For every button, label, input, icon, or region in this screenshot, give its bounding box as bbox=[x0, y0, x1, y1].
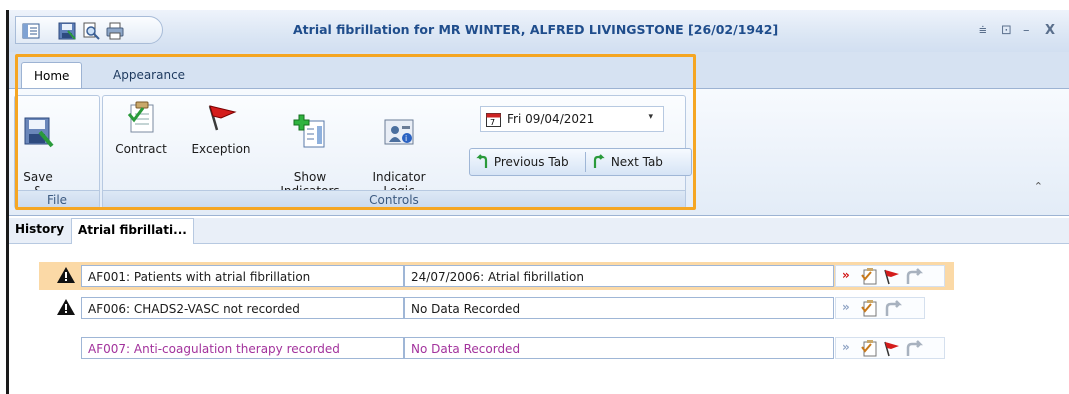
undo-icon[interactable] bbox=[905, 340, 923, 357]
nav-divider bbox=[585, 152, 586, 172]
menu-icon[interactable] bbox=[22, 22, 40, 40]
indicator-row[interactable]: AF001: Patients with atrial fibrillation… bbox=[9, 264, 1069, 288]
ribbon-options-icon[interactable]: ⩧ bbox=[979, 23, 987, 38]
tab-appearance[interactable]: Appearance bbox=[101, 62, 197, 88]
calendar-icon: 7 bbox=[486, 113, 501, 127]
ribbon: Save & Close File Contract bbox=[9, 88, 1069, 216]
tab-navigation: Previous Tab Next Tab bbox=[469, 148, 692, 176]
date-value: Fri 09/04/2021 bbox=[507, 112, 595, 126]
exception-button[interactable]: Exception bbox=[185, 100, 257, 156]
indicator-row[interactable]: AF006: CHADS2-VASC not recorded No Data … bbox=[9, 296, 1069, 320]
indicator-row[interactable]: AF007: Anti-coagulation therapy recorded… bbox=[9, 336, 1069, 360]
collapse-ribbon-icon[interactable]: ⌃ bbox=[1034, 180, 1043, 193]
row-actions: » bbox=[835, 297, 925, 319]
quick-access-toolbar bbox=[15, 16, 163, 44]
controls-group: Contract Exception Show Indicato bbox=[102, 95, 692, 209]
file-group-label: File bbox=[15, 190, 99, 208]
indicator-value: 24/07/2006: Atrial fibrillation bbox=[404, 265, 834, 287]
chevron-down-icon[interactable]: ▾ bbox=[648, 112, 653, 122]
expand-chevron-icon[interactable]: » bbox=[842, 268, 850, 282]
contract-icon bbox=[127, 101, 154, 133]
tab-atrial-fibrillation[interactable]: Atrial fibrillati... bbox=[71, 218, 194, 244]
show-indicators-button[interactable]: Show Indicators bbox=[275, 100, 345, 198]
print-preview-icon[interactable] bbox=[82, 22, 100, 40]
indicator-label: AF007: Anti-coagulation therapy recorded bbox=[81, 337, 404, 359]
contract-icon[interactable] bbox=[861, 268, 878, 285]
undo-icon[interactable] bbox=[905, 268, 923, 285]
back-arrow-icon bbox=[476, 154, 488, 168]
red-flag-icon[interactable] bbox=[883, 268, 900, 285]
expand-chevron-icon[interactable]: » bbox=[842, 340, 850, 354]
tab-history[interactable]: History bbox=[15, 222, 64, 236]
previous-tab-button[interactable]: Previous Tab bbox=[474, 154, 569, 169]
title-bar: Atrial fibrillation for MR WINTER, ALFRE… bbox=[9, 10, 1069, 52]
indicator-logic-button[interactable]: i Indicator Logic bbox=[361, 100, 437, 198]
tab-home[interactable]: Home bbox=[21, 62, 83, 88]
next-tab-button[interactable]: Next Tab bbox=[591, 154, 663, 169]
contract-button[interactable]: Contract bbox=[111, 100, 171, 156]
indicator-logic-icon: i bbox=[384, 119, 414, 145]
forward-arrow-icon bbox=[593, 154, 605, 168]
minimize-icon[interactable]: – bbox=[1023, 23, 1030, 38]
document-tabs: History Atrial fibrillati... bbox=[9, 218, 1069, 244]
restore-icon[interactable]: ⊡ bbox=[1001, 23, 1012, 38]
indicator-label: AF006: CHADS2-VASC not recorded bbox=[81, 297, 404, 319]
controls-group-label: Controls bbox=[103, 190, 685, 208]
close-icon[interactable]: X bbox=[1045, 23, 1055, 38]
date-picker[interactable]: 7 Fri 09/04/2021 ▾ bbox=[480, 106, 664, 132]
row-actions: » bbox=[835, 337, 945, 359]
window-title: Atrial fibrillation for MR WINTER, ALFRE… bbox=[293, 22, 779, 37]
svg-text:i: i bbox=[405, 134, 407, 143]
red-flag-icon bbox=[208, 105, 237, 131]
svg-text:7: 7 bbox=[490, 118, 495, 127]
file-group: Save & Close File bbox=[14, 95, 100, 212]
contract-icon[interactable] bbox=[861, 340, 878, 357]
show-indicators-icon bbox=[293, 114, 325, 148]
indicator-value: No Data Recorded bbox=[404, 337, 834, 359]
red-flag-icon[interactable] bbox=[883, 340, 900, 357]
print-icon[interactable] bbox=[106, 22, 124, 40]
save-icon[interactable] bbox=[58, 22, 76, 40]
ribbon-tab-strip: Home Appearance bbox=[9, 52, 1069, 88]
expand-chevron-icon[interactable]: » bbox=[842, 300, 850, 314]
save-close-icon bbox=[24, 117, 54, 148]
row-actions: » bbox=[835, 265, 945, 287]
indicator-value: No Data Recorded bbox=[404, 297, 834, 319]
app-window: Atrial fibrillation for MR WINTER, ALFRE… bbox=[6, 10, 1069, 394]
contract-icon[interactable] bbox=[861, 300, 878, 317]
undo-icon[interactable] bbox=[884, 300, 902, 317]
warning-icon bbox=[57, 299, 75, 315]
indicator-label: AF001: Patients with atrial fibrillation bbox=[81, 265, 404, 287]
warning-icon bbox=[57, 267, 75, 283]
